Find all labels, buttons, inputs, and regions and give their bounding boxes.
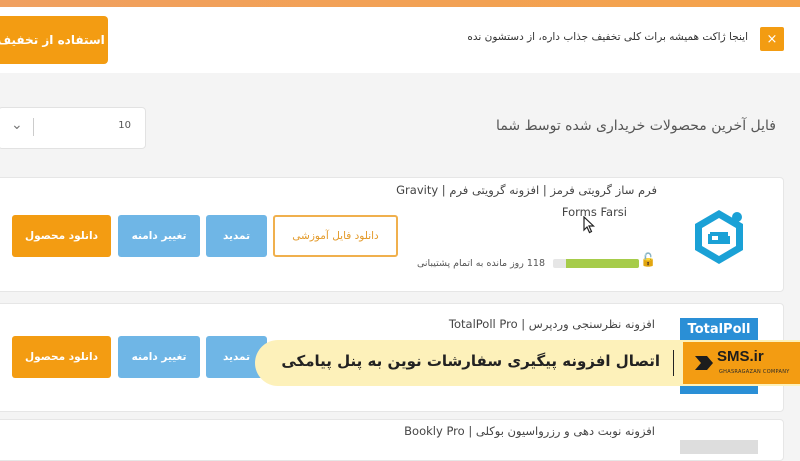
renew-button[interactable]: تمدید (206, 215, 267, 257)
close-icon[interactable]: × (760, 27, 784, 51)
support-progress-fill (565, 259, 639, 268)
download-product-button[interactable]: دانلود محصول (12, 336, 111, 378)
brand-subtitle: GHASRAGAZAN COMPANY (719, 369, 790, 375)
support-progress-bar (553, 259, 639, 268)
totalpoll-logo-text: TotalPoll (687, 322, 751, 337)
chevron-down-icon: ⌄ (11, 117, 23, 133)
gravity-forms-logo-icon (695, 210, 743, 264)
support-remaining-text: 118 روز مانده به اتمام پشتیبانی (416, 258, 545, 269)
product-title: فرم ساز گرویتی فرمز | افزونه گرویتی فرم … (396, 183, 657, 197)
download-product-button[interactable]: دانلود محصول (12, 215, 111, 257)
caption-text: اتصال افزونه پیگیری سفارشات نوین به پنل … (281, 352, 660, 370)
select-divider (33, 118, 34, 136)
change-domain-button[interactable]: تغییر دامنه (118, 215, 200, 257)
top-accent-bar (0, 0, 800, 7)
page-title: فایل آخرین محصولات خریداری شده توسط شما (496, 118, 776, 134)
discount-notice-text: اینجا ژاکت همیشه برات کلی تخفیف جذاب دار… (467, 31, 748, 43)
brand-logo: SMS.ir GHASRAGAZAN COMPANY (683, 342, 800, 384)
download-tutorial-button[interactable]: دانلود فایل آموزشی (273, 215, 398, 257)
discount-notice: استفاده از تخفیف اینجا ژاکت همیشه برات ک… (0, 7, 800, 73)
bookly-logo-icon (680, 440, 758, 454)
lock-icon: 🔓 (640, 253, 657, 268)
per-page-select[interactable]: 10 ⌄ (0, 107, 146, 149)
product-title: افزونه نوبت دهی و رزرواسیون بوکلی | Book… (404, 424, 655, 438)
product-card-bookly (0, 419, 784, 461)
product-title: افزونه نظرسنجی وردپرس | TotalPoll Pro (448, 317, 655, 331)
brand-name: SMS.ir (717, 348, 764, 365)
per-page-value: 10 (118, 120, 131, 131)
change-domain-button[interactable]: تغییر دامنه (118, 336, 200, 378)
mouse-cursor-icon (583, 216, 595, 234)
sms-logo-icon (695, 356, 713, 370)
use-discount-button[interactable]: استفاده از تخفیف (0, 16, 108, 64)
caption-divider (673, 350, 674, 376)
